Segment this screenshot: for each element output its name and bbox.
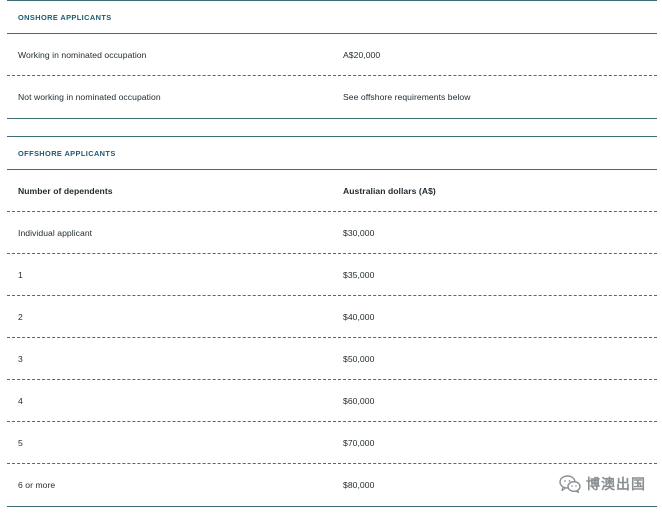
row-value: $35,000 <box>343 269 375 280</box>
row-value: $60,000 <box>343 395 375 406</box>
table-row: 5 $70,000 <box>7 422 657 464</box>
table-row: 3 $50,000 <box>7 338 657 380</box>
column-header-dependents: Number of dependents <box>18 185 113 196</box>
column-header-row: Number of dependents Australian dollars … <box>7 170 657 212</box>
table-row: 4 $60,000 <box>7 380 657 422</box>
row-value: $50,000 <box>343 353 375 364</box>
table-row: Not working in nominated occupation See … <box>7 76 657 118</box>
row-label: Working in nominated occupation <box>18 49 147 60</box>
onshore-table: ONSHORE APPLICANTS Working in nominated … <box>7 0 657 119</box>
row-value: See offshore requirements below <box>343 92 471 102</box>
offshore-table: OFFSHORE APPLICANTS Number of dependents… <box>7 136 657 507</box>
requirements-tables: ONSHORE APPLICANTS Working in nominated … <box>7 0 657 507</box>
row-value: $40,000 <box>343 311 375 322</box>
row-label: 5 <box>18 437 23 448</box>
row-label: 4 <box>18 395 23 406</box>
table-row: 1 $35,000 <box>7 254 657 296</box>
row-label: 1 <box>18 269 23 280</box>
column-header-amount: Australian dollars (A$) <box>343 185 436 196</box>
onshore-title: ONSHORE APPLICANTS <box>7 1 657 34</box>
row-label: 3 <box>18 353 23 364</box>
table-row: Working in nominated occupation A$20,000 <box>7 34 657 76</box>
row-value: $30,000 <box>343 227 375 238</box>
watermark-text: 博澳出国 <box>586 476 646 492</box>
table-row: 2 $40,000 <box>7 296 657 338</box>
table-row: Individual applicant $30,000 <box>7 212 657 254</box>
row-label: Individual applicant <box>18 227 93 238</box>
watermark: 博澳出国 <box>559 474 646 494</box>
row-label: Not working in nominated occupation <box>18 92 161 102</box>
offshore-title: OFFSHORE APPLICANTS <box>7 137 657 170</box>
row-value: A$20,000 <box>343 49 381 60</box>
row-label: 2 <box>18 311 23 322</box>
wechat-chat-icon <box>559 475 581 493</box>
row-value: $70,000 <box>343 437 375 448</box>
row-label: 6 or more <box>18 480 56 490</box>
